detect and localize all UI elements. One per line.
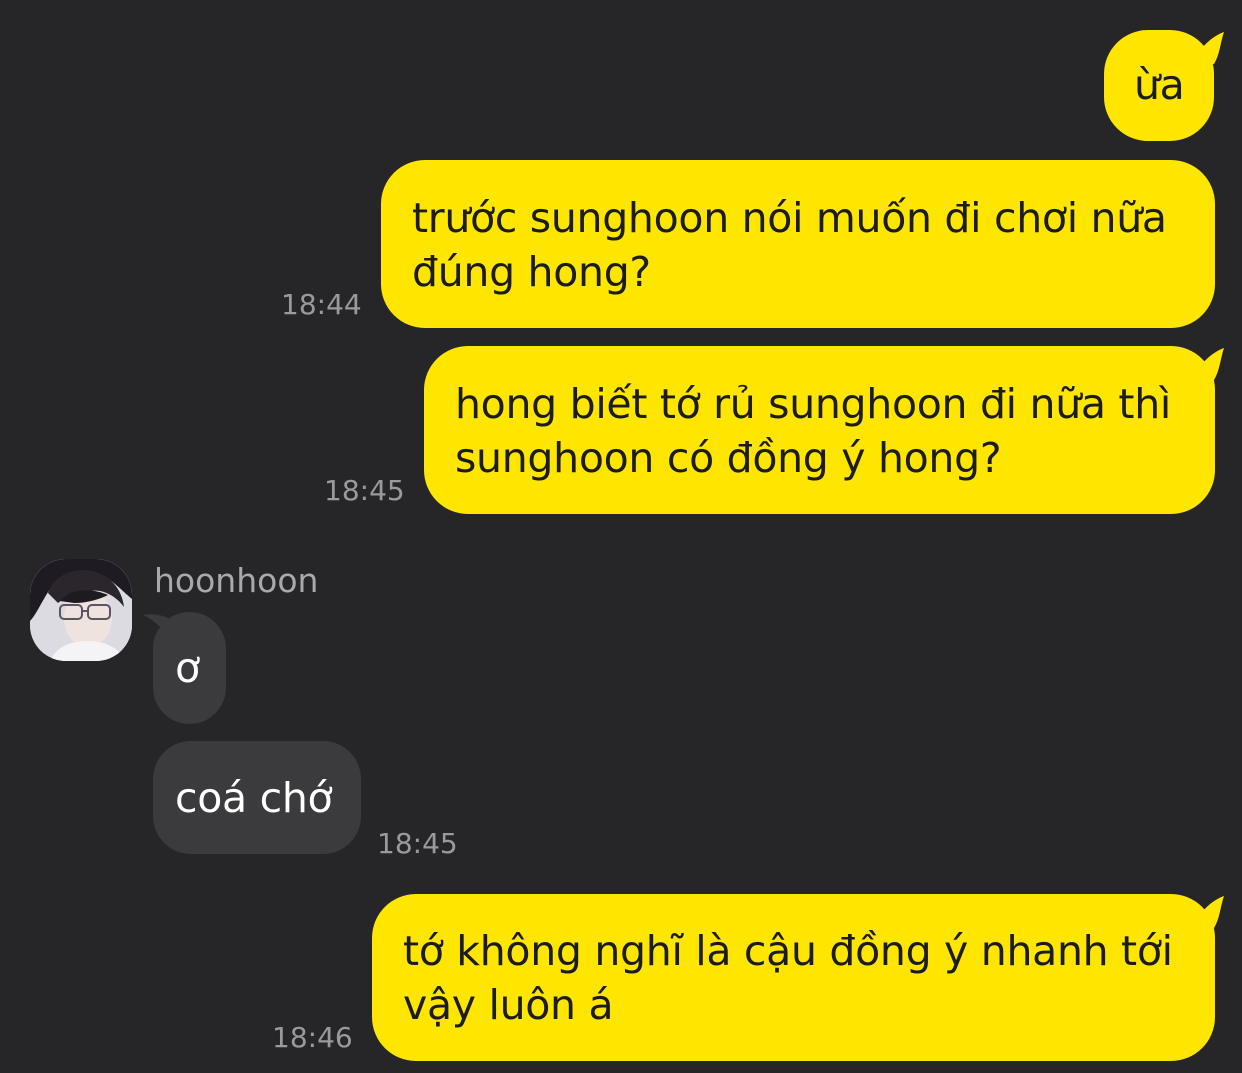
message-line: đúng hong? [412,248,651,296]
bubble-tail [1190,346,1226,380]
bubble-tail [1190,894,1226,928]
message-bubble-outgoing[interactable]: tớ không nghĩ là cậu đồng ý nhanh tới vậ… [372,894,1215,1061]
message-line: vậy luôn á [403,981,614,1029]
message-line: hong biết tớ rủ sunghoon đi nữa thì [455,380,1171,428]
message-text: coá chớ [175,774,333,822]
avatar[interactable] [30,559,132,661]
message-timestamp: 18:45 [324,474,405,507]
message-timestamp: 18:44 [281,288,362,321]
message-timestamp: 18:45 [377,827,458,860]
message-bubble-incoming[interactable]: coá chớ [153,741,361,854]
message-text: ừa [1134,61,1185,109]
message-bubble-incoming[interactable]: ơ [153,612,226,724]
message-bubble-outgoing[interactable]: trước sunghoon nói muốn đi chơi nữa đúng… [381,160,1215,328]
message-line: trước sunghoon nói muốn đi chơi nữa [412,194,1167,242]
message-line: sunghoon có đồng ý hong? [455,434,1002,482]
profile-photo-icon [30,559,132,661]
bubble-tail [1190,30,1226,64]
sender-name: hoonhoon [154,561,319,600]
message-timestamp: 18:46 [272,1021,353,1054]
message-line: tớ không nghĩ là cậu đồng ý nhanh tới [403,927,1173,975]
message-text: ơ [175,644,200,692]
chat-thread[interactable]: ừa 18:44 trước sunghoon nói muốn đi chơi… [0,0,1242,1073]
message-bubble-outgoing[interactable]: hong biết tớ rủ sunghoon đi nữa thì sung… [424,346,1215,514]
